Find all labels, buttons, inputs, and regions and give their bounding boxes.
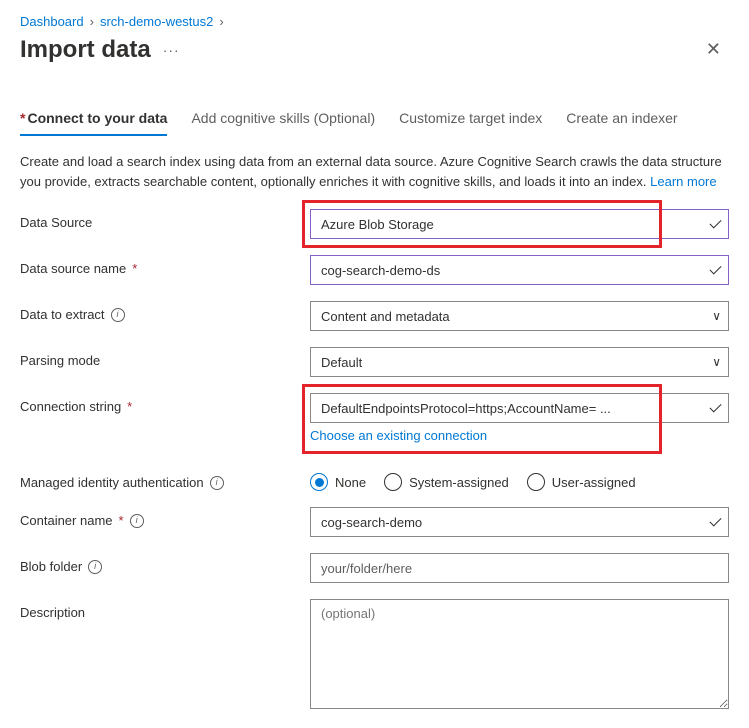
close-icon[interactable]: ✕ (698, 35, 729, 64)
managed-identity-label: Managed identity authentication i (20, 469, 310, 490)
radio-user-assigned[interactable]: User-assigned (527, 473, 636, 491)
wizard-tabs: *Connect to your data Add cognitive skil… (8, 80, 741, 136)
info-icon[interactable]: i (210, 476, 224, 490)
data-source-name-label: Data source name * (20, 255, 310, 276)
tab-customize-index[interactable]: Customize target index (399, 110, 542, 136)
page-title: Import data (20, 36, 151, 64)
tab-cognitive-skills[interactable]: Add cognitive skills (Optional) (191, 110, 375, 136)
data-source-select[interactable]: Azure Blob Storage (310, 209, 729, 239)
container-name-input[interactable]: cog-search-demo (310, 507, 729, 537)
info-icon[interactable]: i (111, 308, 125, 322)
info-icon[interactable]: i (130, 514, 144, 528)
radio-icon (310, 473, 328, 491)
required-indicator: * (20, 110, 25, 126)
data-to-extract-label: Data to extract i (20, 301, 310, 322)
row-blob-folder: Blob folder i your/folder/here (20, 553, 729, 583)
row-connection-string: Connection string * DefaultEndpointsProt… (20, 393, 729, 443)
check-icon (710, 407, 721, 410)
radio-icon (384, 473, 402, 491)
info-icon[interactable]: i (88, 560, 102, 574)
more-icon[interactable]: ··· (163, 42, 180, 58)
required-indicator: * (132, 261, 137, 276)
blob-folder-input[interactable]: your/folder/here (310, 553, 729, 583)
row-managed-identity: Managed identity authentication i None S… (20, 469, 729, 491)
row-data-source: Data Source Azure Blob Storage (20, 209, 729, 239)
managed-identity-radio-group: None System-assigned User-assigned (310, 469, 729, 491)
parsing-mode-select[interactable]: Default (310, 347, 729, 377)
breadcrumb: Dashboard › srch-demo-westus2 › (8, 8, 741, 31)
data-source-form: Data Source Azure Blob Storage Data sour… (8, 209, 741, 712)
check-icon (710, 521, 721, 524)
connection-string-input[interactable]: DefaultEndpointsProtocol=https;AccountNa… (310, 393, 729, 423)
radio-icon (527, 473, 545, 491)
breadcrumb-dashboard-link[interactable]: Dashboard (20, 14, 84, 29)
connection-string-label: Connection string * (20, 393, 310, 414)
row-data-source-name: Data source name * cog-search-demo-ds (20, 255, 729, 285)
tab-create-indexer[interactable]: Create an indexer (566, 110, 677, 136)
data-source-name-input[interactable]: cog-search-demo-ds (310, 255, 729, 285)
container-name-label: Container name * i (20, 507, 310, 528)
tab-connect-data[interactable]: *Connect to your data (20, 110, 167, 136)
chevron-right-icon: › (219, 14, 223, 29)
check-icon (710, 269, 721, 272)
description-textarea[interactable] (310, 599, 729, 709)
titlebar: Import data ··· ✕ (8, 31, 741, 80)
required-indicator: * (119, 513, 124, 528)
parsing-mode-label: Parsing mode (20, 347, 310, 368)
chevron-right-icon: › (90, 14, 94, 29)
data-source-label: Data Source (20, 209, 310, 230)
row-parsing-mode: Parsing mode Default ∨ (20, 347, 729, 377)
data-to-extract-select[interactable]: Content and metadata (310, 301, 729, 331)
radio-system-assigned[interactable]: System-assigned (384, 473, 509, 491)
required-indicator: * (127, 399, 132, 414)
learn-more-link[interactable]: Learn more (650, 174, 716, 189)
blob-folder-label: Blob folder i (20, 553, 310, 574)
row-description: Description (20, 599, 729, 712)
breadcrumb-resource-link[interactable]: srch-demo-westus2 (100, 14, 213, 29)
intro-text: Create and load a search index using dat… (8, 136, 741, 209)
row-data-to-extract: Data to extract i Content and metadata ∨ (20, 301, 729, 331)
check-icon (710, 223, 721, 226)
choose-existing-connection-link[interactable]: Choose an existing connection (310, 428, 729, 443)
row-container-name: Container name * i cog-search-demo (20, 507, 729, 537)
description-label: Description (20, 599, 310, 620)
radio-none[interactable]: None (310, 473, 366, 491)
